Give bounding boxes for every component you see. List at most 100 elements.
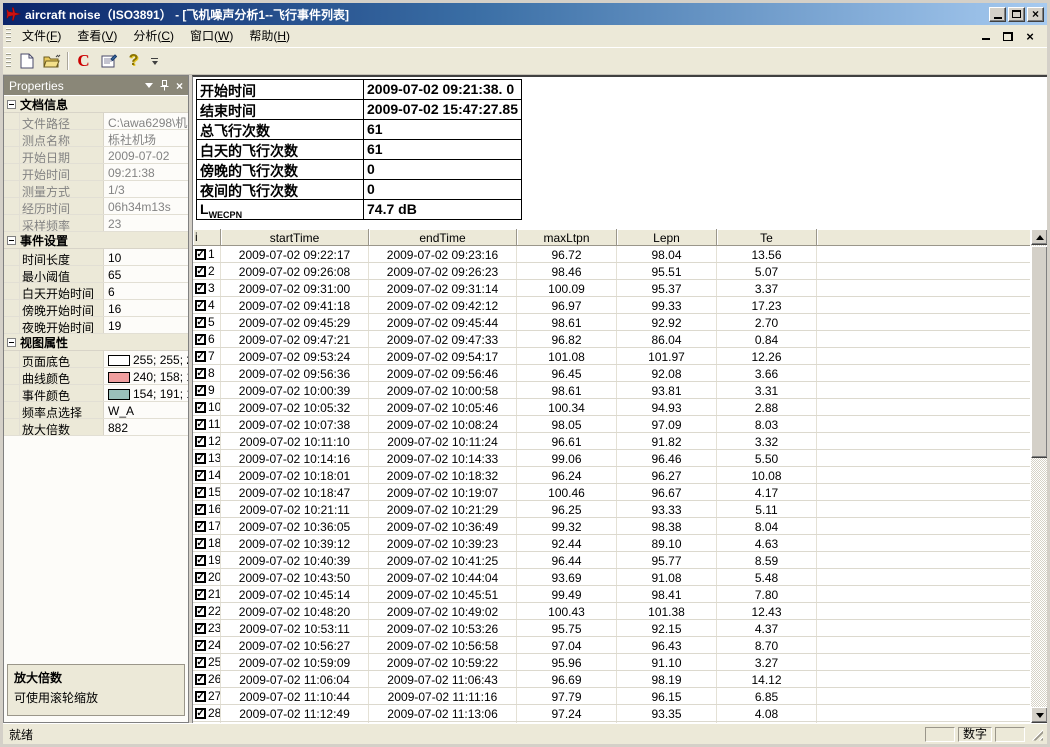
property-value[interactable]: 06h34m13s (104, 198, 188, 214)
row-checkbox[interactable]: ✓ (195, 402, 206, 413)
row-checkbox[interactable]: ✓ (195, 572, 206, 583)
event-row[interactable]: ✓42009-07-02 09:41:182009-07-02 09:42:12… (193, 297, 1030, 314)
row-checkbox[interactable]: ✓ (195, 487, 206, 498)
resize-grip-icon[interactable] (1030, 728, 1043, 741)
row-checkbox[interactable]: ✓ (195, 657, 206, 668)
event-row[interactable]: ✓222009-07-02 10:48:202009-07-02 10:49:0… (193, 603, 1030, 620)
menu-item-c[interactable]: 分析(C) (125, 26, 182, 46)
row-checkbox[interactable]: ✓ (195, 708, 206, 719)
property-value[interactable]: 255; 255; 25 (104, 351, 188, 367)
row-checkbox[interactable]: ✓ (195, 640, 206, 651)
scroll-down-button[interactable] (1031, 707, 1047, 723)
row-checkbox[interactable]: ✓ (195, 300, 206, 311)
event-row[interactable]: ✓252009-07-02 10:59:092009-07-02 10:59:2… (193, 654, 1030, 671)
panel-close-icon[interactable]: × (176, 81, 183, 91)
column-header-Te[interactable]: Te (717, 229, 817, 246)
event-row[interactable]: ✓272009-07-02 11:10:442009-07-02 11:11:1… (193, 688, 1030, 705)
mdi-close-button[interactable]: × (1023, 30, 1037, 43)
property-value[interactable]: 2009-07-02 (104, 147, 188, 163)
scroll-up-button[interactable] (1031, 229, 1047, 245)
scrollbar-thumb[interactable] (1031, 246, 1047, 458)
event-row[interactable]: ✓282009-07-02 11:12:492009-07-02 11:13:0… (193, 705, 1030, 722)
event-row[interactable]: ✓122009-07-02 10:11:102009-07-02 10:11:2… (193, 433, 1030, 450)
property-group-header[interactable]: 视图属性 (4, 334, 188, 351)
event-row[interactable]: ✓232009-07-02 10:53:112009-07-02 10:53:2… (193, 620, 1030, 637)
menu-item-h[interactable]: 帮助(H) (241, 26, 298, 46)
maximize-button[interactable] (1008, 7, 1025, 22)
collapse-icon[interactable] (7, 338, 16, 347)
row-checkbox[interactable]: ✓ (195, 470, 206, 481)
open-file-button[interactable] (40, 50, 63, 72)
row-checkbox[interactable]: ✓ (195, 436, 206, 447)
row-checkbox[interactable]: ✓ (195, 283, 206, 294)
property-value[interactable]: W_A (104, 402, 188, 418)
row-checkbox[interactable]: ✓ (195, 317, 206, 328)
property-value[interactable]: 154; 191; 18 (104, 385, 188, 401)
event-row[interactable]: ✓32009-07-02 09:31:002009-07-02 09:31:14… (193, 280, 1030, 297)
column-header-Lepn[interactable]: Lepn (617, 229, 717, 246)
event-row[interactable]: ✓242009-07-02 10:56:272009-07-02 10:56:5… (193, 637, 1030, 654)
row-checkbox[interactable]: ✓ (195, 266, 206, 277)
column-header-i[interactable]: i (193, 229, 221, 246)
row-checkbox[interactable]: ✓ (195, 368, 206, 379)
properties-button[interactable] (97, 50, 120, 72)
event-row[interactable]: ✓162009-07-02 10:21:112009-07-02 10:21:2… (193, 501, 1030, 518)
property-value[interactable]: 1/3 (104, 181, 188, 197)
row-checkbox[interactable]: ✓ (195, 555, 206, 566)
event-row[interactable]: ✓112009-07-02 10:07:382009-07-02 10:08:2… (193, 416, 1030, 433)
menubar-grip[interactable] (6, 28, 11, 44)
event-row[interactable]: ✓152009-07-02 10:18:472009-07-02 10:19:0… (193, 484, 1030, 501)
event-row[interactable]: ✓22009-07-02 09:26:082009-07-02 09:26:23… (193, 263, 1030, 280)
row-checkbox[interactable]: ✓ (195, 419, 206, 430)
menu-item-w[interactable]: 窗口(W) (182, 26, 241, 46)
property-value[interactable]: 23 (104, 215, 188, 231)
event-row[interactable]: ✓82009-07-02 09:56:362009-07-02 09:56:46… (193, 365, 1030, 382)
event-row[interactable]: ✓52009-07-02 09:45:292009-07-02 09:45:44… (193, 314, 1030, 331)
property-value[interactable]: 09:21:38 (104, 164, 188, 180)
event-row[interactable]: ✓132009-07-02 10:14:162009-07-02 10:14:3… (193, 450, 1030, 467)
row-checkbox[interactable]: ✓ (195, 351, 206, 362)
c-weighting-button[interactable]: C (72, 50, 95, 72)
row-checkbox[interactable]: ✓ (195, 385, 206, 396)
property-value[interactable]: 240; 158; 15 (104, 368, 188, 384)
vertical-scrollbar[interactable] (1030, 229, 1047, 723)
row-checkbox[interactable]: ✓ (195, 674, 206, 685)
event-row[interactable]: ✓102009-07-02 10:05:322009-07-02 10:05:4… (193, 399, 1030, 416)
row-checkbox[interactable]: ✓ (195, 521, 206, 532)
collapse-icon[interactable] (7, 236, 16, 245)
row-checkbox[interactable]: ✓ (195, 334, 206, 345)
event-row[interactable]: ✓172009-07-02 10:36:052009-07-02 10:36:4… (193, 518, 1030, 535)
collapse-icon[interactable] (7, 100, 16, 109)
property-group-header[interactable]: 文档信息 (4, 96, 188, 113)
help-button[interactable]: ? (122, 50, 145, 72)
column-header-maxLtpn[interactable]: maxLtpn (517, 229, 617, 246)
scrollbar-track[interactable] (1031, 245, 1047, 707)
event-row[interactable]: ✓212009-07-02 10:45:142009-07-02 10:45:5… (193, 586, 1030, 603)
toolbar-options-button[interactable] (148, 51, 161, 71)
event-row[interactable]: ✓92009-07-02 10:00:392009-07-02 10:00:58… (193, 382, 1030, 399)
event-row[interactable]: ✓182009-07-02 10:39:122009-07-02 10:39:2… (193, 535, 1030, 552)
event-row[interactable]: ✓72009-07-02 09:53:242009-07-02 09:54:17… (193, 348, 1030, 365)
row-checkbox[interactable]: ✓ (195, 249, 206, 260)
column-header-endTime[interactable]: endTime (369, 229, 517, 246)
mdi-restore-button[interactable] (1001, 30, 1015, 43)
panel-menu-icon[interactable] (145, 83, 153, 88)
property-group-header[interactable]: 事件设置 (4, 232, 188, 249)
row-checkbox[interactable]: ✓ (195, 606, 206, 617)
new-document-button[interactable] (15, 50, 38, 72)
row-checkbox[interactable]: ✓ (195, 453, 206, 464)
toolbar-grip[interactable] (6, 53, 11, 69)
event-row[interactable]: ✓12009-07-02 09:22:172009-07-02 09:23:16… (193, 246, 1030, 263)
row-checkbox[interactable]: ✓ (195, 691, 206, 702)
minimize-button[interactable] (989, 7, 1006, 22)
event-row[interactable]: ✓142009-07-02 10:18:012009-07-02 10:18:3… (193, 467, 1030, 484)
mdi-minimize-button[interactable] (979, 30, 993, 43)
property-value[interactable]: 6 (104, 283, 188, 299)
row-checkbox[interactable]: ✓ (195, 623, 206, 634)
menu-item-v[interactable]: 查看(V) (69, 26, 125, 46)
property-value[interactable]: 10 (104, 249, 188, 265)
event-row[interactable]: ✓192009-07-02 10:40:392009-07-02 10:41:2… (193, 552, 1030, 569)
property-value[interactable]: C:\awa6298\机场 (104, 113, 188, 129)
property-value[interactable]: 16 (104, 300, 188, 316)
property-value[interactable]: 19 (104, 317, 188, 333)
